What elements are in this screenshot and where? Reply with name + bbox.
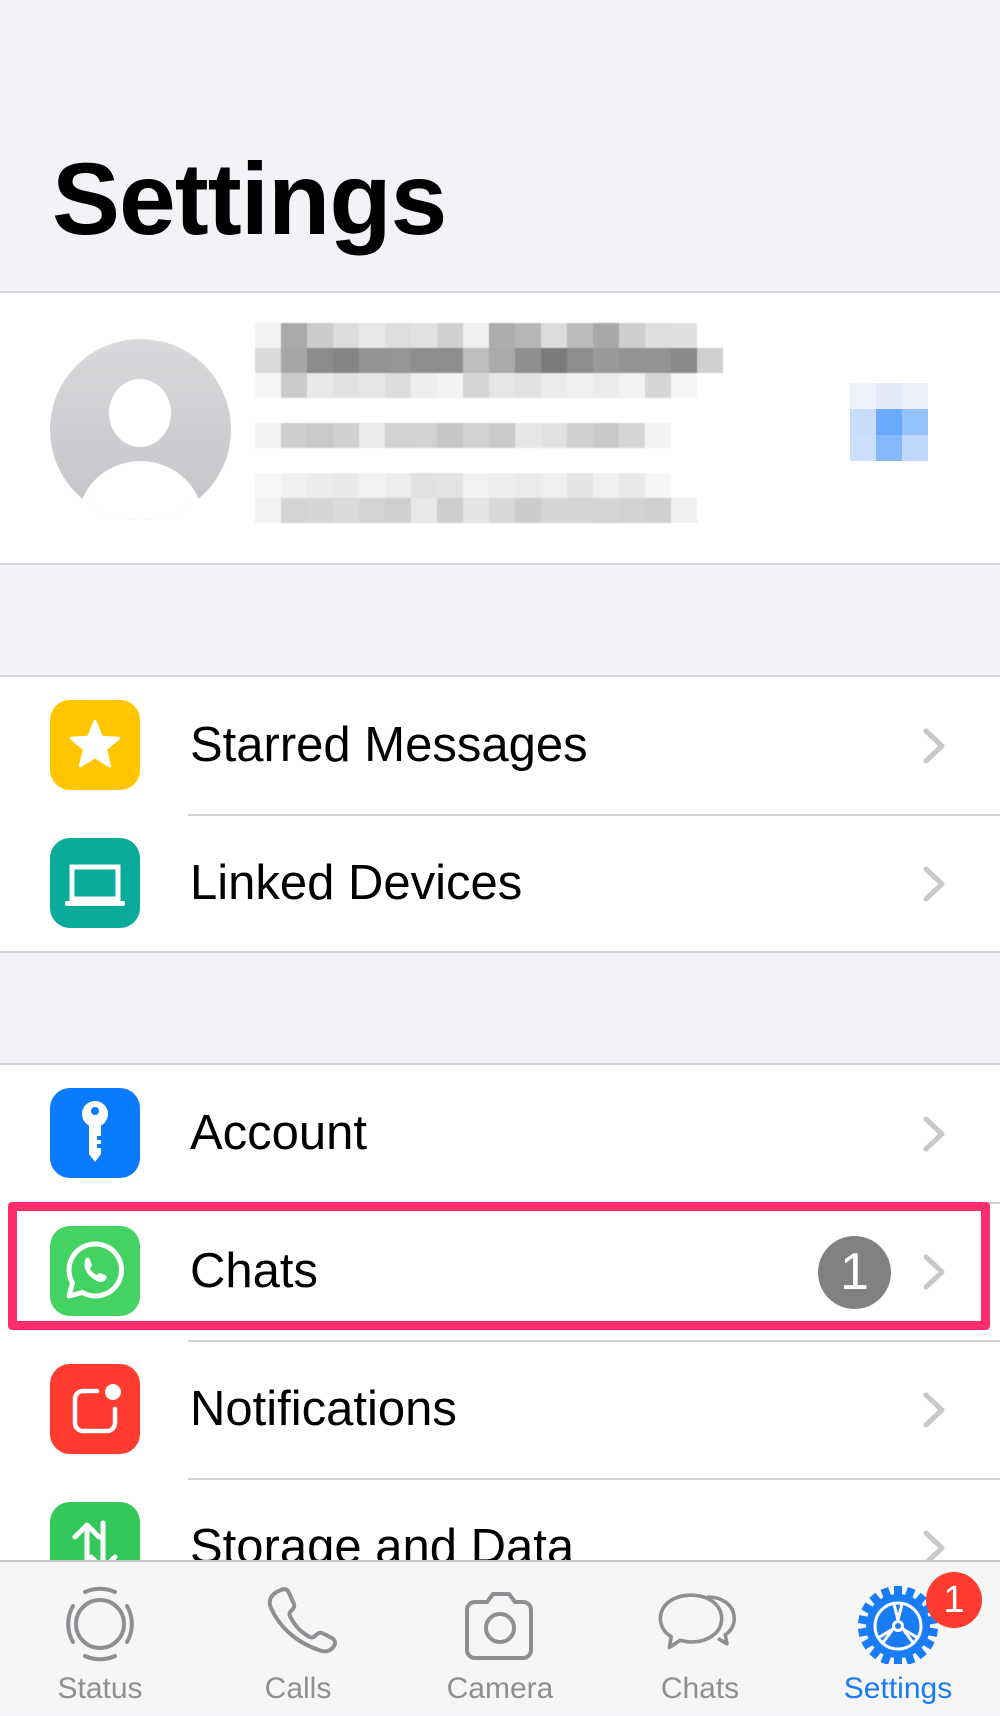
settings-badge: 1 (926, 1572, 982, 1628)
phone-icon (267, 1587, 338, 1654)
tab-label: Settings (843, 1672, 953, 1705)
row-linked-devices[interactable]: Linked Devices (0, 815, 1000, 953)
tab-settings[interactable]: 1 Settings (798, 1562, 998, 1716)
unread-count-badge: 1 (818, 1236, 891, 1309)
avatar-head-shape (109, 379, 171, 447)
tab-label: Camera (446, 1672, 554, 1705)
tab-bar: Status Calls Camera Chats 1 Settings (0, 1560, 1000, 1714)
star-icon (50, 700, 140, 790)
row-label: Account (190, 1106, 368, 1160)
chat-bubbles-icon (658, 1593, 736, 1650)
notification-icon (50, 1364, 140, 1454)
settings-group-2: Account Chats 1 Notifications Storage an… (0, 1063, 1000, 1592)
status-icon (66, 1586, 134, 1662)
camera-icon (465, 1592, 533, 1660)
qr-code-icon[interactable] (850, 383, 930, 463)
tab-camera[interactable]: Camera (400, 1562, 600, 1716)
row-label: Linked Devices (190, 856, 523, 910)
laptop-icon (50, 838, 140, 928)
tab-label: Calls (264, 1672, 332, 1705)
whatsapp-icon (50, 1226, 140, 1316)
tab-calls[interactable]: Calls (198, 1562, 398, 1716)
row-account[interactable]: Account (0, 1065, 1000, 1204)
chevron-right-icon (923, 1254, 945, 1290)
chevron-right-icon (923, 1392, 945, 1428)
tab-status[interactable]: Status (0, 1562, 200, 1716)
row-label: Notifications (190, 1382, 457, 1436)
row-chats[interactable]: Chats 1 (0, 1203, 1000, 1342)
row-starred-messages[interactable]: Starred Messages (0, 677, 1000, 816)
settings-group-1: Starred Messages Linked Devices (0, 675, 1000, 953)
row-label: Starred Messages (190, 718, 588, 772)
key-icon (50, 1088, 140, 1178)
page-title: Settings (52, 142, 447, 256)
header: Settings (0, 0, 1000, 291)
tab-label: Status (57, 1672, 143, 1705)
profile-card[interactable] (0, 291, 1000, 565)
tab-chats[interactable]: Chats (600, 1562, 800, 1716)
chevron-right-icon (923, 1116, 945, 1152)
avatar[interactable] (50, 339, 231, 520)
chevron-right-icon (923, 866, 945, 902)
row-label: Chats (190, 1244, 319, 1298)
chevron-right-icon (923, 728, 945, 764)
avatar-body-shape (78, 461, 203, 520)
tab-label: Chats (660, 1672, 740, 1705)
row-notifications[interactable]: Notifications (0, 1341, 1000, 1480)
